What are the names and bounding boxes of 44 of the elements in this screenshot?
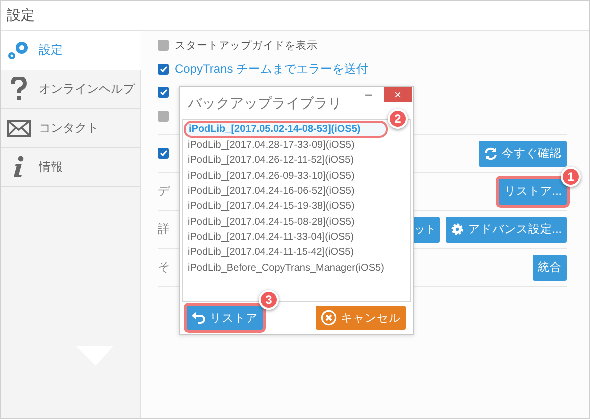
backup-item[interactable]: iPodLib_Before_CopyTrans_Manager(iOS5)	[183, 260, 410, 276]
backup-item[interactable]: iPodLib_[2017.04.28-17-33-09](iOS5)	[183, 138, 410, 154]
backup-item[interactable]: iPodLib_[2017.04.24-11-33-04](iOS5)	[183, 230, 410, 246]
backup-item[interactable]: iPodLib_[2017.04.24-16-06-52](iOS5)	[183, 184, 410, 200]
cancel-icon	[321, 310, 337, 326]
backup-item[interactable]: iPodLib_[2017.04.24-15-08-28](iOS5)	[183, 214, 410, 230]
checkbox[interactable]	[158, 110, 169, 122]
checkbox[interactable]	[158, 40, 169, 52]
backup-item[interactable]: iPodLib_[2017.04.26-12-11-52](iOS5)	[183, 153, 410, 169]
sidebar-item[interactable]: 情報	[1, 148, 140, 187]
action-button[interactable]: 今すぐ確認	[479, 140, 567, 166]
envelope-icon	[7, 120, 31, 136]
section-label: そ	[158, 259, 170, 276]
close-button[interactable]: ×	[384, 87, 412, 102]
sidebar-item[interactable]: コンタクト	[1, 109, 140, 148]
option-label: スタートアップガイドを表示	[175, 38, 318, 53]
step-badge: 2	[388, 109, 408, 129]
backup-item[interactable]: iPodLib_[2017.04.24-11-15-42](iOS5)	[183, 245, 410, 260]
option-label: CopyTrans チームまでエラーを送付	[175, 60, 369, 78]
dialog-title: バックアップライブラリ	[188, 95, 342, 113]
action-button[interactable]: リストア...	[499, 178, 567, 204]
section-label: デ	[158, 183, 170, 200]
cancel-button[interactable]: キャンセル	[316, 306, 406, 330]
checkbox[interactable]	[158, 87, 169, 98]
checkbox[interactable]	[158, 64, 169, 75]
step-badge: 3	[259, 290, 279, 310]
gear-icon	[451, 223, 464, 236]
refresh-icon	[484, 146, 498, 160]
checkbox[interactable]	[158, 148, 169, 159]
step-badge: 1	[561, 166, 581, 186]
minimize-button[interactable]: −	[354, 87, 384, 103]
section-label: 詳	[158, 221, 170, 238]
window-title: 設定	[7, 6, 35, 24]
action-button[interactable]: アドバンス設定...	[446, 216, 567, 242]
sidebar-item[interactable]: 設定	[1, 31, 141, 70]
info-icon	[13, 156, 25, 178]
backup-item[interactable]: iPodLib_[2017.05.02-14-08-53](iOS5)	[184, 121, 388, 138]
backup-item[interactable]: iPodLib_[2017.04.26-09-33-10](iOS5)	[183, 168, 410, 184]
restore-button[interactable]: リストア	[187, 306, 263, 330]
backup-item[interactable]: iPodLib_[2017.04.24-15-19-38](iOS5)	[183, 199, 410, 214]
question-icon	[11, 77, 27, 101]
sidebar-item[interactable]: オンラインヘルプ	[1, 70, 140, 109]
action-button[interactable]: 統合	[533, 254, 567, 280]
undo-icon	[192, 312, 206, 324]
